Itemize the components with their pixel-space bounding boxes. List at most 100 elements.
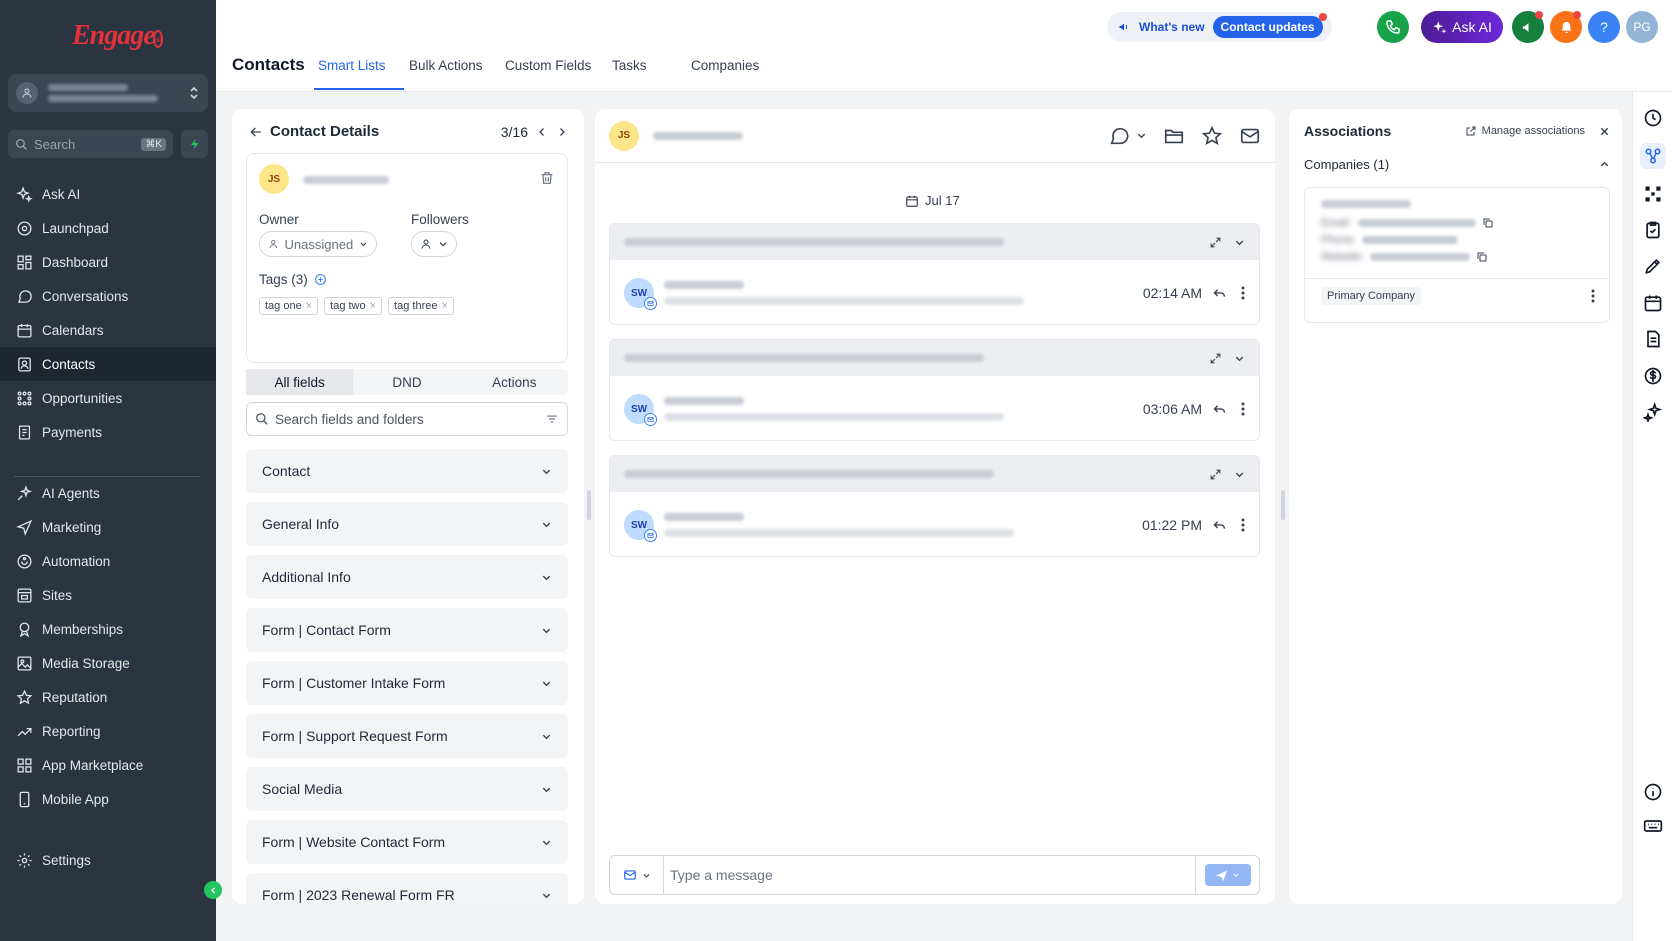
sidebar-item-payments[interactable]: Payments (0, 415, 216, 449)
tasks-icon[interactable] (1641, 218, 1665, 242)
tag-chip[interactable]: tag one × (259, 297, 319, 315)
message-input[interactable]: Type a message (664, 867, 1195, 883)
sidebar-item-conversations[interactable]: Conversations (0, 279, 216, 313)
field-section[interactable]: Form | Support Request Form (246, 714, 568, 758)
apps-grid-icon[interactable] (1641, 182, 1665, 206)
account-switcher[interactable] (8, 74, 208, 112)
remove-tag-icon[interactable]: × (441, 300, 447, 312)
sidebar-item-reporting[interactable]: Reporting (0, 714, 216, 748)
chevron-right-icon[interactable] (556, 126, 568, 138)
mail-icon[interactable] (1239, 125, 1261, 147)
tab-tasks[interactable]: Tasks (612, 58, 647, 73)
field-section[interactable]: Form | Customer Intake Form (246, 661, 568, 705)
chevron-up-icon[interactable] (1599, 159, 1610, 170)
sidebar-item-sites[interactable]: Sites (0, 578, 216, 612)
close-icon[interactable] (1599, 126, 1610, 137)
owner-select[interactable]: Unassigned (259, 231, 377, 257)
folder-icon[interactable] (1163, 125, 1185, 147)
remove-tag-icon[interactable]: × (306, 300, 312, 312)
chevron-down-icon[interactable] (1234, 469, 1245, 480)
field-section[interactable]: Additional Info (246, 555, 568, 599)
field-section[interactable]: Form | 2023 Renewal Form FR (246, 873, 568, 904)
sidebar-item-automation[interactable]: Automation (0, 544, 216, 578)
channel-filter-button[interactable] (1108, 125, 1147, 147)
chevron-left-icon[interactable] (536, 126, 548, 138)
tab-custom-fields[interactable]: Custom Fields (505, 58, 591, 73)
sidebar-item-opportunities[interactable]: Opportunities (0, 381, 216, 415)
add-tag-icon[interactable] (314, 273, 327, 286)
filter-icon[interactable] (545, 412, 559, 426)
announcements-button[interactable] (1512, 11, 1544, 43)
tab-dnd[interactable]: DND (353, 369, 460, 395)
phone-button[interactable] (1377, 11, 1409, 43)
notifications-button[interactable] (1550, 11, 1582, 43)
help-button[interactable]: ? (1588, 11, 1620, 43)
send-button[interactable] (1204, 864, 1251, 886)
ask-ai-button[interactable]: Ask AI (1421, 11, 1503, 43)
copy-icon[interactable] (1482, 217, 1494, 229)
dollar-icon[interactable] (1641, 364, 1665, 388)
user-avatar[interactable]: PG (1626, 11, 1658, 43)
sidebar-item-memberships[interactable]: Memberships (0, 612, 216, 646)
expand-icon[interactable] (1209, 468, 1222, 481)
brand-logo[interactable]: Engage ai (72, 16, 163, 56)
email-thread[interactable]: SW 03:06 AM (609, 339, 1260, 441)
tab-bulk-actions[interactable]: Bulk Actions (409, 58, 483, 73)
channel-select[interactable] (610, 856, 664, 894)
reply-icon[interactable] (1212, 402, 1227, 417)
sidebar-item-dashboard[interactable]: Dashboard (0, 245, 216, 279)
sidebar-item-reputation[interactable]: Reputation (0, 680, 216, 714)
field-search-input[interactable]: Search fields and folders (246, 402, 568, 436)
email-thread[interactable]: SW 02:14 AM (609, 223, 1260, 325)
sidebar-item-settings[interactable]: Settings (0, 843, 216, 877)
more-vertical-icon[interactable] (1241, 518, 1245, 532)
tag-chip[interactable]: tag two × (324, 297, 383, 315)
tab-companies[interactable]: Companies (691, 58, 759, 73)
field-section[interactable]: Form | Contact Form (246, 608, 568, 652)
copy-icon[interactable] (1476, 251, 1488, 263)
expand-icon[interactable] (1209, 236, 1222, 249)
sidebar-item-marketing[interactable]: Marketing (0, 510, 216, 544)
sidebar-item-ai-agents[interactable]: AI Agents (0, 476, 216, 510)
sidebar-search[interactable]: Search ⌘K (8, 130, 173, 158)
trash-icon[interactable] (539, 170, 555, 186)
reply-icon[interactable] (1212, 286, 1227, 301)
sidebar-item-mobile-app[interactable]: Mobile App (0, 782, 216, 816)
panel-resize-handle[interactable] (1281, 490, 1285, 520)
pen-icon[interactable] (1641, 254, 1665, 278)
sidebar-item-launchpad[interactable]: Launchpad (0, 211, 216, 245)
panel-resize-handle[interactable] (587, 490, 591, 520)
remove-tag-icon[interactable]: × (370, 300, 376, 312)
quick-actions-button[interactable] (181, 130, 208, 158)
tab-all-fields[interactable]: All fields (246, 369, 354, 395)
tab-smart-lists[interactable]: Smart Lists (318, 58, 386, 73)
followers-select[interactable] (411, 231, 457, 257)
more-vertical-icon[interactable] (1241, 286, 1245, 300)
info-icon[interactable] (1641, 780, 1665, 804)
keyboard-icon[interactable] (1641, 814, 1665, 838)
collapse-sidebar-button[interactable] (204, 881, 222, 899)
more-vertical-icon[interactable] (1241, 402, 1245, 416)
sidebar-item-media-storage[interactable]: Media Storage (0, 646, 216, 680)
chevron-down-icon[interactable] (1234, 353, 1245, 364)
sparkle-icon[interactable] (1641, 400, 1665, 424)
activity-icon[interactable] (1641, 106, 1665, 130)
associations-icon[interactable] (1640, 143, 1666, 169)
field-section[interactable]: Form | Website Contact Form (246, 820, 568, 864)
reply-icon[interactable] (1212, 518, 1227, 533)
field-section[interactable]: General Info (246, 502, 568, 546)
tab-actions[interactable]: Actions (461, 369, 568, 395)
sidebar-item-ask-ai[interactable]: Ask AI (0, 177, 216, 211)
sidebar-item-app-marketplace[interactable]: App Marketplace (0, 748, 216, 782)
manage-associations-link[interactable]: Manage associations (1465, 125, 1585, 137)
calendar-icon[interactable] (1641, 291, 1665, 315)
contact-updates-pill[interactable]: Contact updates (1212, 13, 1327, 38)
expand-icon[interactable] (1209, 352, 1222, 365)
email-thread[interactable]: SW 01:22 PM (609, 455, 1260, 557)
tag-chip[interactable]: tag three × (388, 297, 454, 315)
field-section[interactable]: Social Media (246, 767, 568, 811)
star-icon[interactable] (1201, 125, 1223, 147)
sidebar-item-contacts[interactable]: Contacts (0, 347, 216, 381)
document-icon[interactable] (1641, 327, 1665, 351)
sidebar-item-calendars[interactable]: Calendars (0, 313, 216, 347)
